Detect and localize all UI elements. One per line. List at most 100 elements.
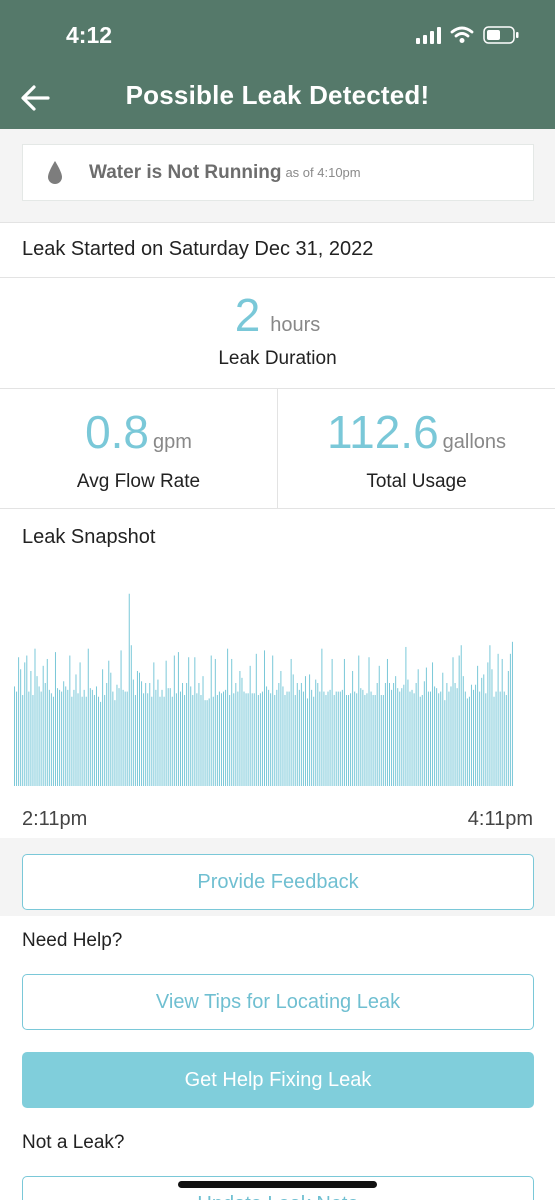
wifi-icon [450,26,474,43]
chart-bar [108,660,110,786]
chart-bar [46,658,48,786]
chart-bar [466,698,468,786]
update-leak-note-button[interactable]: Update Leak Note [22,1176,534,1200]
chart-bar [352,670,354,786]
divider [0,222,555,223]
chart-bar [264,650,265,786]
chart-bar [409,691,411,786]
chart-bar [444,700,446,786]
chart-bar [399,691,401,786]
chart-bar [120,650,122,786]
avg-flow-block: 0.8 gpm Avg Flow Rate [0,389,277,508]
chart-bar [167,688,169,786]
cellular-signal-icon [416,26,441,44]
chart-bar [233,693,235,786]
chart-bar [307,698,309,786]
total-usage-unit: gallons [442,431,507,453]
chart-bar [130,645,132,786]
chart-bar [311,689,313,786]
avg-flow-label: Avg Flow Rate [76,471,201,492]
chart-bar [450,686,452,786]
chart-bar [225,689,227,786]
not-a-leak-label: Not a Leak? [22,1132,125,1153]
chart-bar [393,683,395,786]
chart-bar [216,695,218,786]
chart-bar [278,683,280,786]
chart-bar [63,681,65,786]
chart-bar [61,691,63,786]
chart-bar [259,693,261,786]
chart-bar [190,686,192,786]
chart-bar [128,593,130,786]
chart-bar [495,691,497,786]
chart-bar [253,693,255,786]
chart-bar [364,695,366,786]
chart-bar [220,693,222,786]
status-icons [416,26,519,44]
chart-bar [65,686,67,786]
chart-bar [134,695,136,786]
get-help-button[interactable]: Get Help Fixing Leak [22,1052,534,1108]
chart-bar [95,686,97,786]
chart-bar [104,695,106,786]
view-tips-button[interactable]: View Tips for Locating Leak [22,974,534,1030]
chart-bar [40,691,42,786]
chart-bar [384,683,386,786]
provide-feedback-button[interactable]: Provide Feedback [22,854,534,910]
chart-bar [126,691,128,786]
chart-bar [67,689,69,786]
chart-bar [485,693,487,786]
chart-bar [288,691,290,786]
chart-bar [20,669,22,786]
chart-bar [407,679,409,786]
chart-bar [462,676,464,786]
chart-bar [118,688,120,786]
chart-bar [69,655,71,786]
chart-bar [231,658,233,786]
chart-bar [458,655,460,786]
leak-started-text: Leak Started on Saturday Dec 31, 2022 [22,238,374,260]
chart-bar [48,689,50,786]
chart-bar [79,662,81,786]
chart-bar [421,695,423,786]
chart-bar [477,665,479,786]
chart-bar [214,658,216,786]
chart-bar [237,691,239,786]
chart-bar [370,691,372,786]
chart-bar [16,691,18,786]
chart-bar [337,691,339,786]
leak-duration-block: 2 hours Leak Duration [0,288,555,370]
chart-bar [116,684,118,786]
chart-bar [468,696,470,786]
chart-bar [413,693,415,786]
chart-bar [358,655,360,786]
chart-bar [354,691,356,786]
chart-bar [389,683,390,786]
chart-bar [479,691,481,786]
chart-bar [350,693,352,786]
stats-row: 0.8 gpm Avg Flow Rate 112.6 gallons Total … [0,389,555,508]
chart-bar [257,695,259,786]
chart-bar [401,688,403,786]
chart-start-label: 2:11pm [22,808,88,830]
chart-bar [356,693,358,786]
chart-bar [122,689,124,786]
chart-bar [327,691,329,786]
chart-bar [196,693,198,786]
water-status-timestamp: as of 4:10pm [285,165,361,180]
chart-bar [280,670,282,786]
chart-bar [415,683,417,786]
chart-bar [18,657,20,786]
chart-bar [38,686,40,786]
chart-bar [14,686,15,786]
chart-bar [446,683,448,786]
total-usage-label: Total Usage [366,471,467,492]
chart-bar [141,681,143,786]
chart-bar [93,695,95,786]
chart-bar [87,648,89,786]
chart-bar [497,653,499,786]
chart-bar [470,684,472,786]
chart-bar [188,657,190,786]
chart-bar [380,695,382,786]
chart-bar [511,641,513,786]
